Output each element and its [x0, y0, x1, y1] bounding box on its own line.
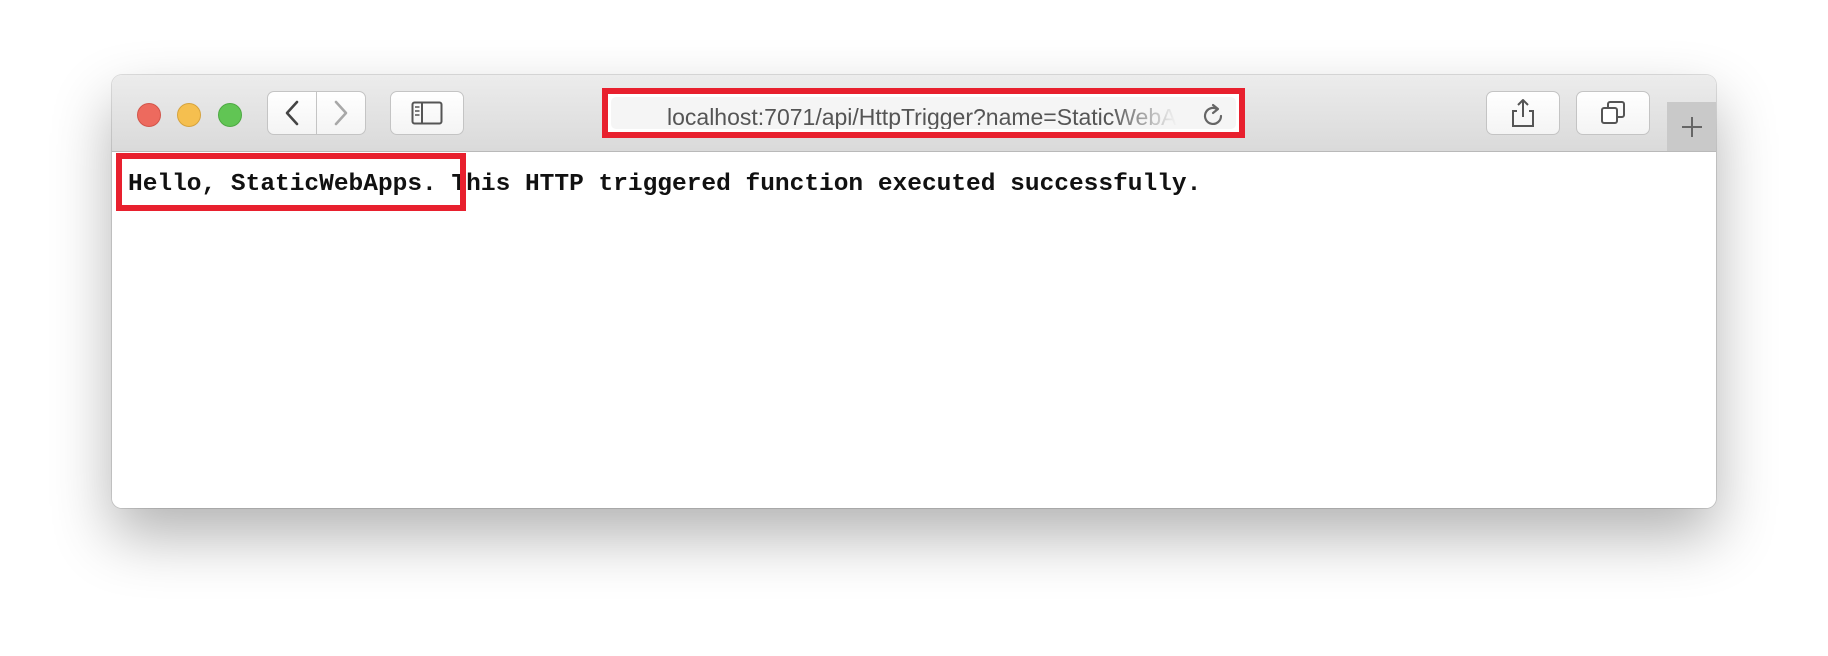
new-tab-button[interactable]: [1667, 102, 1716, 151]
reload-icon[interactable]: [1200, 103, 1226, 129]
greeting-text: Hello, StaticWebApps.: [128, 171, 437, 198]
chevron-right-icon: [334, 100, 348, 126]
plus-icon: [1681, 116, 1702, 137]
close-window-button[interactable]: [137, 103, 161, 127]
url-text[interactable]: localhost:7071/api/HttpTrigger?name=Stat…: [667, 104, 1177, 129]
minimize-window-button[interactable]: [177, 103, 201, 127]
response-message-text: This HTTP triggered function executed su…: [436, 171, 1202, 198]
address-bar-highlight: localhost:7071/api/HttpTrigger?name=Stat…: [602, 88, 1245, 138]
function-response-text: Hello, StaticWebApps. This HTTP triggere…: [128, 170, 1201, 200]
page-content: Hello, StaticWebApps. This HTTP triggere…: [112, 152, 1716, 508]
browser-toolbar: localhost:7071/api/HttpTrigger?name=Stat…: [112, 75, 1716, 152]
share-icon: [1512, 99, 1534, 127]
share-button[interactable]: [1486, 91, 1560, 135]
sidebar-toggle-button[interactable]: [390, 91, 464, 135]
address-bar[interactable]: localhost:7071/api/HttpTrigger?name=Stat…: [611, 97, 1236, 129]
zoom-window-button[interactable]: [218, 103, 242, 127]
browser-window: localhost:7071/api/HttpTrigger?name=Stat…: [112, 75, 1716, 508]
tab-overview-button[interactable]: [1576, 91, 1650, 135]
chevron-left-icon: [285, 100, 299, 126]
sidebar-icon: [411, 101, 443, 125]
forward-button[interactable]: [316, 91, 366, 135]
back-button[interactable]: [267, 91, 317, 135]
tabs-overview-icon: [1601, 101, 1625, 124]
